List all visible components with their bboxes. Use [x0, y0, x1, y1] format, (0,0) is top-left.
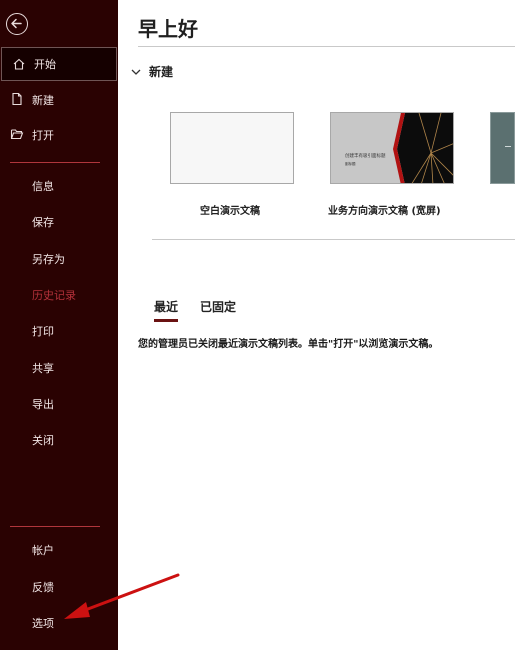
sidebar-item-label: 打开 [32, 129, 54, 142]
sidebar-item-history: 历史记录 [0, 278, 118, 312]
template-artwork [393, 113, 453, 183]
sidebar-item-feedback[interactable]: 反馈 [0, 570, 118, 604]
sidebar-item-label: 打印 [32, 325, 54, 338]
back-arrow-icon [11, 18, 22, 29]
sidebar-item-label: 帐户 [32, 544, 54, 557]
section-title: 新建 [149, 65, 174, 79]
template-thumbnail: 创建丰有吸引面标题 副标题 [330, 112, 454, 184]
sidebar-item-label: 信息 [32, 180, 54, 193]
backstage-main: 早上好 新建 空白演示文稿 创建丰有吸引面标题 副标题 业务方向演示文稿 (宽屏… [118, 0, 515, 650]
sidebar-item-save-as[interactable]: 另存为 [0, 242, 118, 276]
template-label: 空白演示文稿 [200, 206, 260, 217]
sidebar-item-open[interactable]: 打开 [0, 118, 118, 152]
template-blank-presentation[interactable] [170, 112, 294, 184]
template-label: 业务方向演示文稿 (宽屏) [328, 206, 441, 217]
tab-recent[interactable]: 最近 [154, 298, 179, 322]
sidebar-item-label: 新建 [32, 94, 54, 107]
sidebar-item-label: 共享 [32, 362, 54, 375]
sidebar-item-new[interactable]: 新建 [0, 83, 118, 117]
template-thumbnail [170, 112, 294, 184]
recent-tabs: 最近 已固定 [154, 298, 236, 322]
sidebar-item-label: 历史记录 [32, 289, 76, 302]
sidebar-item-close[interactable]: 关闭 [0, 423, 118, 457]
home-icon [13, 58, 25, 70]
sidebar-item-label: 选项 [32, 617, 54, 630]
sidebar-divider [10, 162, 100, 163]
recent-disabled-notice: 您的管理员已关闭最近演示文稿列表。单击"打开"以浏览演示文稿。 [138, 339, 439, 350]
sidebar-item-label: 关闭 [32, 434, 54, 447]
back-button[interactable] [6, 13, 28, 35]
section-divider [152, 239, 515, 240]
chevron-down-icon [131, 69, 141, 75]
sidebar-item-label: 开始 [34, 58, 56, 71]
new-document-icon [12, 92, 22, 106]
template-partial[interactable] [490, 112, 515, 184]
sidebar-item-info[interactable]: 信息 [0, 169, 118, 203]
sidebar-item-options[interactable]: 选项 [0, 606, 118, 640]
sidebar-item-label: 另存为 [32, 253, 65, 266]
sidebar-item-save[interactable]: 保存 [0, 205, 118, 239]
sidebar-item-share[interactable]: 共享 [0, 351, 118, 385]
sidebar-item-label: 导出 [32, 398, 54, 411]
page-title: 早上好 [138, 17, 198, 41]
sidebar-item-home[interactable]: 开始 [1, 47, 117, 81]
sidebar-item-export[interactable]: 导出 [0, 387, 118, 421]
thumbnail-subtitle: 副标题 [345, 162, 356, 166]
folder-open-icon [10, 129, 24, 140]
sidebar-item-print[interactable]: 打印 [0, 314, 118, 348]
header-divider [138, 46, 515, 47]
sidebar-item-label: 保存 [32, 216, 54, 229]
template-thumbnail [490, 112, 515, 184]
sidebar-divider [10, 526, 100, 527]
sidebar-item-label: 反馈 [32, 581, 54, 594]
backstage-sidebar: 开始 新建 打开 信息 保存 另存为 历史记录 打印 共享 导出 关闭 帐户 反… [0, 0, 118, 650]
template-thumbnail-mark [505, 146, 511, 147]
template-business-widescreen[interactable]: 创建丰有吸引面标题 副标题 [330, 112, 454, 184]
new-section-toggle[interactable]: 新建 [131, 63, 173, 80]
sidebar-item-account[interactable]: 帐户 [0, 533, 118, 567]
tab-pinned[interactable]: 已固定 [200, 298, 236, 320]
thumbnail-title: 创建丰有吸引面标题 [345, 154, 386, 159]
